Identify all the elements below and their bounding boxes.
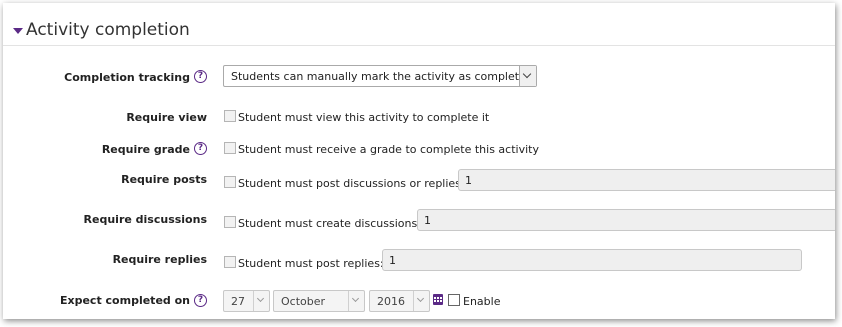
section-title[interactable]: Activity completion	[26, 20, 190, 40]
require-discussions-text[interactable]: Student must create discussions:	[238, 217, 421, 230]
year-value: 2016	[377, 295, 405, 308]
help-icon[interactable]: ?	[194, 70, 207, 83]
require-replies-checkbox[interactable]	[224, 256, 236, 268]
require-view-label: Require view	[126, 111, 207, 124]
expect-completed-label: Expect completed on	[59, 294, 190, 307]
require-posts-input[interactable]: 1	[458, 169, 835, 191]
require-grade-label: Require grade	[101, 143, 190, 156]
require-view-checkbox[interactable]	[224, 110, 236, 122]
require-posts-checkbox[interactable]	[224, 176, 236, 188]
chevron-down-icon[interactable]	[253, 291, 269, 311]
require-discussions-checkbox[interactable]	[224, 216, 236, 228]
enable-checkbox[interactable]	[448, 294, 460, 306]
completion-tracking-label: Completion tracking	[64, 71, 190, 84]
require-replies-text[interactable]: Student must post replies:	[238, 257, 384, 270]
year-select[interactable]: 2016	[369, 290, 430, 312]
caret-down-icon[interactable]	[13, 28, 23, 34]
row-require-grade: Require grade ? Student must receive a g…	[3, 137, 835, 165]
require-replies-input[interactable]: 1	[382, 249, 802, 271]
require-grade-checkbox[interactable]	[224, 142, 236, 154]
require-posts-text[interactable]: Student must post discussions or replies…	[238, 177, 465, 190]
row-require-discussions: Require discussions Student must create …	[3, 209, 835, 237]
require-replies-label: Require replies	[112, 253, 207, 266]
row-require-replies: Require replies Student must post replie…	[3, 249, 835, 277]
enable-label[interactable]: Enable	[463, 295, 500, 308]
activity-completion-panel: Activity completion Completion tracking …	[3, 3, 835, 319]
month-select[interactable]: October	[273, 290, 365, 312]
completion-tracking-select[interactable]: Students can manually mark the activity …	[223, 65, 537, 87]
day-value: 27	[231, 295, 245, 308]
day-select[interactable]: 27	[223, 290, 270, 312]
row-expect-completed: Expect completed on ? 27 October 2016 En…	[3, 290, 835, 318]
row-require-posts: Require posts Student must post discussi…	[3, 169, 835, 197]
section-header[interactable]: Activity completion	[3, 3, 835, 46]
require-discussions-label: Require discussions	[83, 213, 207, 226]
help-icon[interactable]: ?	[194, 142, 207, 155]
require-discussions-input[interactable]: 1	[417, 209, 835, 231]
completion-tracking-selected: Students can manually mark the activity …	[231, 70, 533, 83]
help-icon[interactable]: ?	[194, 294, 207, 307]
chevron-down-icon[interactable]	[348, 291, 364, 311]
row-require-view: Require view Student must view this acti…	[3, 105, 835, 133]
require-grade-text[interactable]: Student must receive a grade to complete…	[238, 143, 539, 156]
row-completion-tracking: Completion tracking ? Students can manua…	[3, 65, 835, 93]
chevron-down-icon[interactable]	[519, 66, 536, 86]
require-posts-label: Require posts	[121, 173, 207, 186]
require-view-text[interactable]: Student must view this activity to compl…	[238, 111, 489, 124]
calendar-icon[interactable]	[433, 294, 443, 305]
month-value: October	[281, 295, 326, 308]
chevron-down-icon[interactable]	[413, 291, 429, 311]
